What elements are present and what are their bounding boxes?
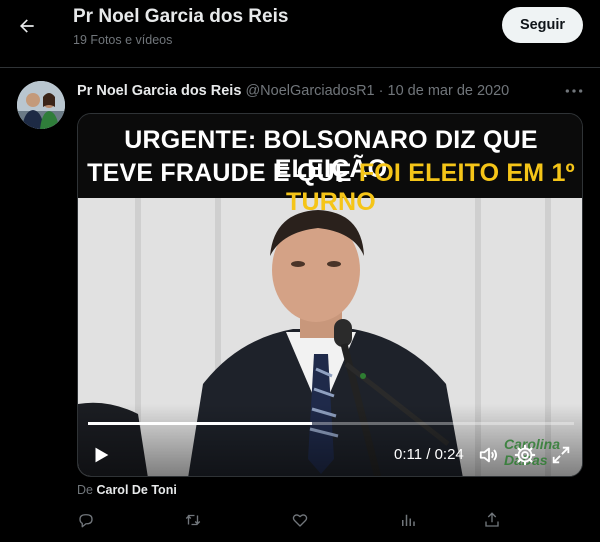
back-button[interactable] — [10, 9, 44, 43]
author-handle[interactable]: @NoelGarciadosR1 — [245, 83, 374, 99]
banner-line-2: TEVE FRAUDE E QUE FOI ELEITO EM 1º TURNO — [78, 159, 582, 217]
share-button[interactable] — [483, 511, 503, 531]
follow-button[interactable]: Seguir — [502, 7, 583, 43]
gear-icon — [514, 444, 536, 466]
separator-dot: · — [378, 83, 384, 99]
like-button[interactable] — [291, 511, 311, 531]
credit-author-link[interactable]: Carol De Toni — [96, 483, 176, 497]
banner-line-2-text: TEVE FRAUDE E QUE — [87, 159, 359, 187]
share-icon — [485, 512, 499, 527]
retweet-button[interactable] — [184, 511, 204, 531]
analytics-icon — [402, 514, 415, 526]
settings-button[interactable] — [514, 444, 536, 466]
tweet-header: Pr Noel Garcia dos Reis @NoelGarciadosR1… — [77, 83, 509, 99]
reply-icon — [79, 514, 93, 528]
page-title: Pr Noel Garcia dos Reis — [73, 6, 289, 27]
views-button[interactable] — [399, 511, 419, 531]
volume-button[interactable] — [478, 444, 500, 466]
video-player[interactable]: URGENTE: BOLSONARO DIZ QUE ELEIÇÃO TEVE … — [77, 113, 583, 477]
reply-button[interactable] — [77, 511, 97, 531]
video-credit: De Carol De Toni — [77, 483, 177, 497]
time-readout: 0:11 / 0:24 — [394, 446, 464, 463]
volume-icon — [479, 447, 498, 463]
more-button[interactable] — [562, 82, 586, 100]
arrow-left-icon — [20, 19, 34, 33]
media-count: 19 Fotos e vídeos — [73, 33, 173, 47]
credit-prefix: De — [77, 483, 93, 497]
fullscreen-icon — [552, 446, 570, 464]
tweet-date[interactable]: 10 de mar de 2020 — [388, 83, 510, 99]
profile-header: Pr Noel Garcia dos Reis 19 Fotos e vídeo… — [0, 0, 600, 58]
progress-bar[interactable] — [88, 422, 574, 425]
progress-fill — [88, 422, 312, 425]
heart-icon — [292, 514, 308, 527]
tweet-actions — [0, 511, 600, 533]
avatar[interactable] — [17, 81, 65, 129]
video-title-banner: URGENTE: BOLSONARO DIZ QUE ELEIÇÃO TEVE … — [78, 114, 582, 216]
retweet-icon — [185, 514, 201, 526]
play-button[interactable] — [90, 444, 112, 466]
more-horizontal-icon — [565, 89, 583, 93]
play-icon — [95, 447, 109, 463]
fullscreen-button[interactable] — [550, 444, 572, 466]
author-name[interactable]: Pr Noel Garcia dos Reis — [77, 83, 241, 99]
divider — [0, 67, 600, 68]
